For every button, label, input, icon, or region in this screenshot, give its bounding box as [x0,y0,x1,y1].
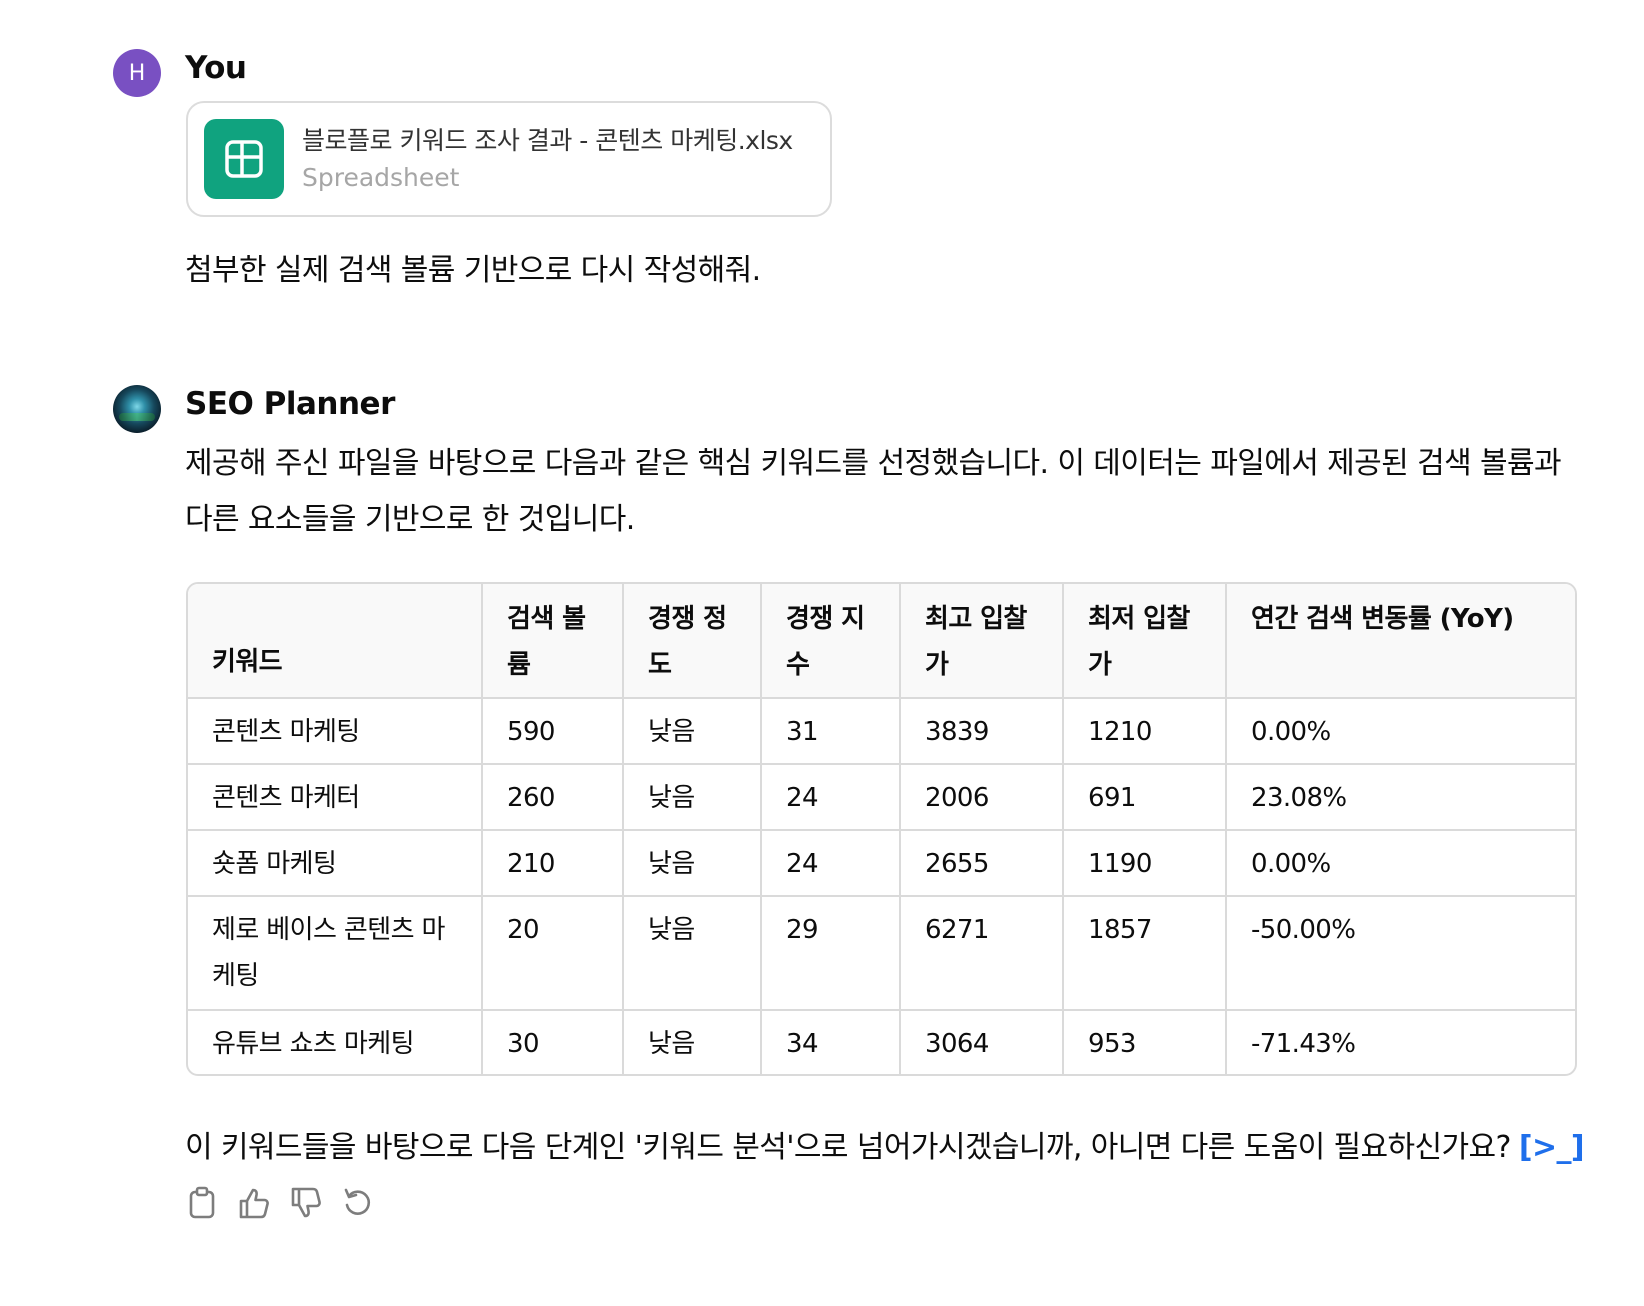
table-cell: 691 [1063,764,1227,831]
table-cell: 210 [482,830,624,897]
table-header: 연간 검색 변동률 (YoY) [1226,584,1575,699]
table-header: 최고 입찰가 [900,584,1064,699]
table-cell: 1857 [1063,896,1227,1011]
table-cell: -50.00% [1226,896,1575,1011]
table-row: 콘텐츠 마케팅 590 낮음 31 3839 1210 0.00% [188,698,1575,765]
table-cell: 낮음 [623,698,762,765]
user-avatar: H [113,49,161,97]
keyword-table: 키워드 검색 볼륨 경쟁 정도 경쟁 지수 최고 입찰가 최저 입찰가 연간 검… [186,582,1577,1076]
table-cell: 260 [482,764,624,831]
table-cell: 953 [1063,1010,1227,1074]
user-message: 첨부한 실제 검색 볼륨 기반으로 다시 작성해줘. [185,253,761,288]
table-row: 제로 베이스 콘텐츠 마케팅 20 낮음 29 6271 1857 -50.00… [188,896,1575,1011]
assistant-follow-up: 이 키워드들을 바탕으로 다음 단계인 '키워드 분석'으로 넘어가시겠습니까,… [185,1122,1585,1166]
table-cell: 0.00% [1226,698,1575,765]
table-cell: 24 [761,830,901,897]
table-cell: -71.43% [1251,1029,1356,1059]
user-name: You [185,50,247,86]
assistant-avatar [113,385,161,433]
table-header-row: 키워드 검색 볼륨 경쟁 정도 경쟁 지수 최고 입찰가 최저 입찰가 연간 검… [188,584,1575,699]
chat-page: H You 블로플로 키워드 조사 결과 - 콘텐츠 마케팅.xlsx Spre… [0,0,1644,1306]
regenerate-button[interactable] [342,1185,374,1221]
assistant-name: SEO Planner [185,386,395,422]
table-cell: 2006 [900,764,1064,831]
table-cell: 2655 [900,830,1064,897]
follow-up-text: 이 키워드들을 바탕으로 다음 단계인 '키워드 분석'으로 넘어가시겠습니까,… [185,1130,1511,1165]
attachment-card[interactable]: 블로플로 키워드 조사 결과 - 콘텐츠 마케팅.xlsx Spreadshee… [186,101,832,217]
user-avatar-letter: H [128,60,146,86]
table-cell: 낮음 [623,764,762,831]
table-cell: 23.08% [1226,764,1575,831]
table-header: 키워드 [188,584,483,699]
table-cell: 콘텐츠 마케팅 [188,698,483,765]
table-header: 최저 입찰가 [1063,584,1227,699]
regenerate-icon [344,1188,371,1215]
thumbs-down-button[interactable] [290,1185,322,1221]
table-cell: 낮음 [623,1010,762,1074]
copy-button[interactable] [186,1185,218,1221]
thumbs-up-icon [239,1188,269,1219]
spreadsheet-icon [204,119,284,199]
thumbs-up-button[interactable] [238,1185,270,1221]
table-cell: 31 [761,698,901,765]
table-cell: 590 [482,698,624,765]
table-cell: 낮음 [623,830,762,897]
table-cell: 숏폼 마케팅 [188,830,483,897]
assistant-intro: 제공해 주신 파일을 바탕으로 다음과 같은 핵심 키워드를 선정했습니다. 이… [185,446,1562,537]
table-cell: 낮음 [623,896,762,1011]
table-cell: 24 [761,764,901,831]
thumbs-down-icon [291,1187,321,1218]
table-header: 경쟁 지수 [761,584,901,699]
code-interpreter-icon[interactable]: [>_] [1519,1130,1585,1165]
table-cell: 6271 [900,896,1064,1011]
table-cell: 제로 베이스 콘텐츠 마케팅 [188,896,483,1011]
table-cell: 유튜브 쇼츠 마케팅 [188,1010,483,1074]
copy-icon [189,1186,215,1219]
table-header: 검색 볼륨 [482,584,624,699]
table-cell: 3064 [900,1010,1064,1074]
table-header: 경쟁 정도 [623,584,762,699]
table-cell: 30 [482,1010,624,1074]
table-cell: 1190 [1063,830,1227,897]
table-cell: 29 [761,896,901,1011]
message-actions [186,1185,374,1221]
table-cell: 3839 [900,698,1064,765]
table-cell: 34 [761,1010,901,1074]
table-row: 숏폼 마케팅 210 낮음 24 2655 1190 0.00% [188,830,1575,897]
table-cell: 0.00% [1226,830,1575,897]
attachment-file-type: Spreadsheet [302,163,460,192]
table-cell: 20 [482,896,624,1011]
table-cell: 1210 [1063,698,1227,765]
table-cell: 콘텐츠 마케터 [188,764,483,831]
table-row: 유튜브 쇼츠 마케팅 30 낮음 34 3064 953 -71.43% [188,1010,1575,1074]
attachment-file-name: 블로플로 키워드 조사 결과 - 콘텐츠 마케팅.xlsx [302,126,793,155]
table-row: 콘텐츠 마케터 260 낮음 24 2006 691 23.08% [188,764,1575,831]
